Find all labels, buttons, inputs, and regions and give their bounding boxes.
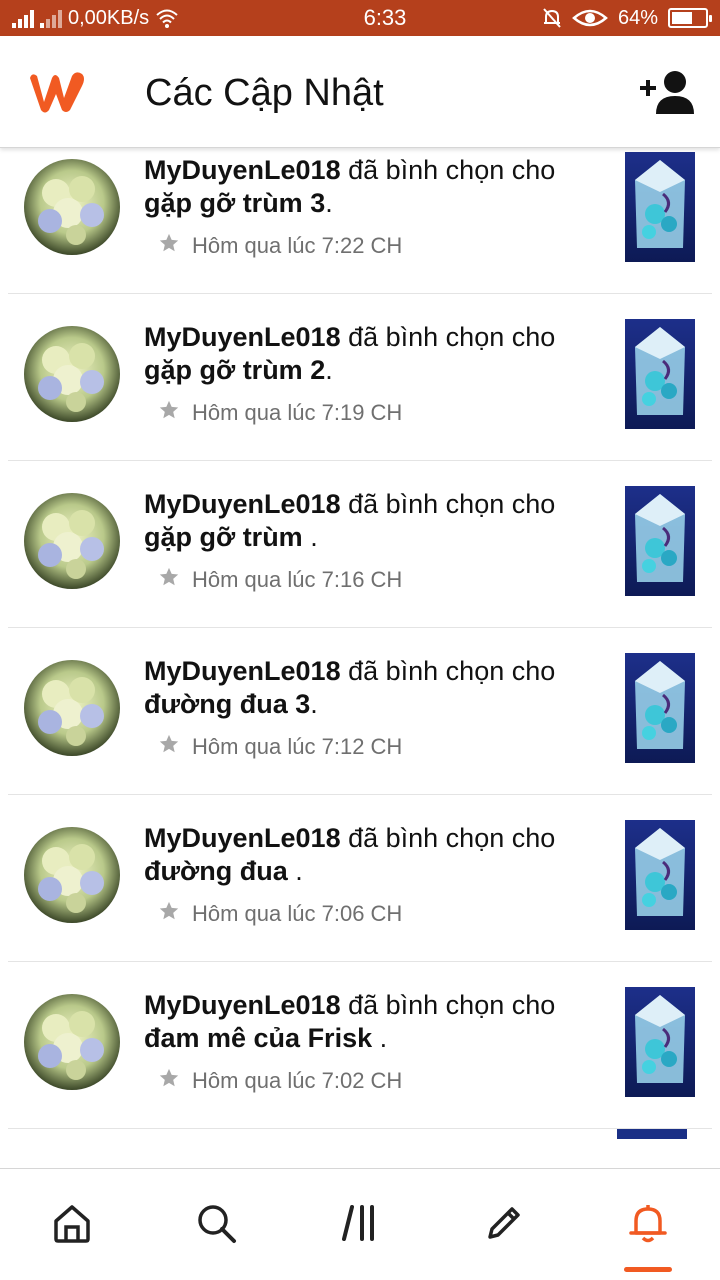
update-meta: Hôm qua lúc 7:16 CH [158, 566, 402, 594]
avatar[interactable] [24, 159, 120, 255]
write-icon [488, 1207, 520, 1239]
star-icon [158, 900, 180, 928]
update-text: MyDuyenLe018 đã bình chọn cho đường đua … [144, 822, 594, 888]
avatar[interactable] [24, 994, 120, 1090]
signal-icon-2 [40, 8, 62, 28]
avatar[interactable] [24, 493, 120, 589]
story-cover[interactable] [625, 319, 695, 429]
wifi-icon [156, 9, 178, 28]
update-suffix: . [379, 1023, 388, 1053]
username[interactable]: MyDuyenLe018 [144, 322, 341, 352]
story-cover[interactable] [625, 987, 695, 1097]
avatar[interactable] [24, 660, 120, 756]
update-time: Hôm qua lúc 7:22 CH [192, 233, 403, 258]
battery-percent: 64% [617, 6, 658, 29]
active-tab-indicator [624, 1267, 672, 1272]
story-title[interactable]: đường đua 3 [144, 689, 310, 719]
nav-search[interactable] [192, 1199, 240, 1247]
update-suffix: . [325, 188, 333, 218]
update-meta: Hôm qua lúc 7:12 CH [158, 733, 402, 761]
update-meta: Hôm qua lúc 7:06 CH [158, 900, 402, 928]
nav-write[interactable] [480, 1199, 528, 1247]
update-suffix: . [325, 355, 333, 385]
story-cover[interactable] [625, 820, 695, 930]
star-icon [158, 566, 180, 594]
update-action: đã bình chọn cho [340, 322, 556, 352]
list-item[interactable]: MyDuyenLe018 đã bình chọn cho gặp gỡ trù… [8, 294, 712, 461]
list-item[interactable]: MyDuyenLe018 đã bình chọn cho gặp gỡ trù… [8, 461, 712, 628]
add-user-icon[interactable] [640, 70, 696, 116]
update-text: MyDuyenLe018 đã bình chọn cho gặp gỡ trù… [144, 488, 594, 554]
update-time: Hôm qua lúc 7:02 CH [192, 1068, 403, 1093]
story-title[interactable]: đam mê của Frisk [144, 1023, 380, 1053]
story-title[interactable]: gặp gỡ trùm 2 [144, 355, 325, 385]
update-meta: Hôm qua lúc 7:22 CH [158, 232, 402, 260]
update-action: đã bình chọn cho [340, 823, 556, 853]
username[interactable]: MyDuyenLe018 [144, 990, 341, 1020]
username[interactable]: MyDuyenLe018 [144, 823, 341, 853]
star-icon [158, 232, 180, 260]
update-text: MyDuyenLe018 đã bình chọn cho đường đua … [144, 655, 594, 721]
battery-icon [668, 8, 712, 28]
star-icon [158, 399, 180, 427]
home-icon [54, 1205, 90, 1243]
story-cover[interactable] [625, 653, 695, 763]
silent-bell-icon [543, 8, 561, 28]
bottom-navigation [0, 1168, 720, 1280]
story-title[interactable]: gặp gỡ trùm 3 [144, 188, 325, 218]
update-time: Hôm qua lúc 7:19 CH [192, 400, 403, 425]
list-item[interactable]: MyDuyenLe018 đã bình chọn cho đam mê của… [8, 962, 712, 1129]
list-item[interactable]: MyDuyenLe018 đã bình chọn cho gặp gỡ trù… [8, 148, 712, 294]
star-icon [158, 1067, 180, 1095]
nav-library[interactable] [336, 1199, 384, 1247]
notifications-bell-icon [629, 1205, 667, 1243]
app-header: Các Cập Nhật [0, 36, 720, 148]
avatar[interactable] [24, 827, 120, 923]
update-action: đã bình chọn cho [340, 990, 556, 1020]
wattpad-logo[interactable] [24, 68, 88, 116]
update-suffix: . [295, 856, 303, 886]
eye-icon [572, 9, 608, 27]
username[interactable]: MyDuyenLe018 [144, 155, 341, 185]
nav-home[interactable] [48, 1199, 96, 1247]
list-item[interactable]: MyDuyenLe018 đã bình chọn cho đường đua … [8, 628, 712, 795]
update-action: đã bình chọn cho [340, 656, 556, 686]
avatar[interactable] [24, 326, 120, 422]
star-icon [158, 733, 180, 761]
search-icon [198, 1205, 236, 1243]
library-icon [342, 1205, 374, 1241]
update-meta: Hôm qua lúc 7:19 CH [158, 399, 402, 427]
nav-notifications[interactable] [624, 1199, 672, 1247]
story-cover[interactable] [617, 1129, 687, 1139]
update-text: MyDuyenLe018 đã bình chọn cho đam mê của… [144, 989, 594, 1055]
network-speed: 0,00KB/s [68, 6, 150, 29]
update-time: Hôm qua lúc 7:16 CH [192, 567, 403, 592]
update-meta: Hôm qua lúc 7:02 CH [158, 1067, 402, 1095]
update-action: đã bình chọn cho [340, 489, 556, 519]
update-time: Hôm qua lúc 7:06 CH [192, 901, 403, 926]
signal-icon [12, 8, 34, 28]
username[interactable]: MyDuyenLe018 [144, 656, 341, 686]
status-bar: 0,00KB/s 6:33 64% [0, 0, 720, 36]
page-title: Các Cập Nhật [145, 72, 384, 114]
username[interactable]: MyDuyenLe018 [144, 489, 341, 519]
story-title[interactable]: đường đua [144, 856, 295, 886]
update-action: đã bình chọn cho [340, 155, 556, 185]
update-text: MyDuyenLe018 đã bình chọn cho gặp gỡ trù… [144, 154, 594, 220]
story-title[interactable]: gặp gỡ trùm [144, 522, 310, 552]
story-cover[interactable] [625, 486, 695, 596]
update-suffix: . [310, 689, 318, 719]
update-text: MyDuyenLe018 đã bình chọn cho gặp gỡ trù… [144, 321, 594, 387]
clock: 6:33 [363, 5, 407, 30]
updates-feed: MyDuyenLe018 đã bình chọn cho gặp gỡ trù… [0, 148, 720, 1168]
update-time: Hôm qua lúc 7:12 CH [192, 734, 403, 759]
story-cover[interactable] [625, 152, 695, 262]
update-suffix: . [310, 522, 318, 552]
list-item[interactable] [8, 1129, 712, 1168]
list-item[interactable]: MyDuyenLe018 đã bình chọn cho đường đua … [8, 795, 712, 962]
